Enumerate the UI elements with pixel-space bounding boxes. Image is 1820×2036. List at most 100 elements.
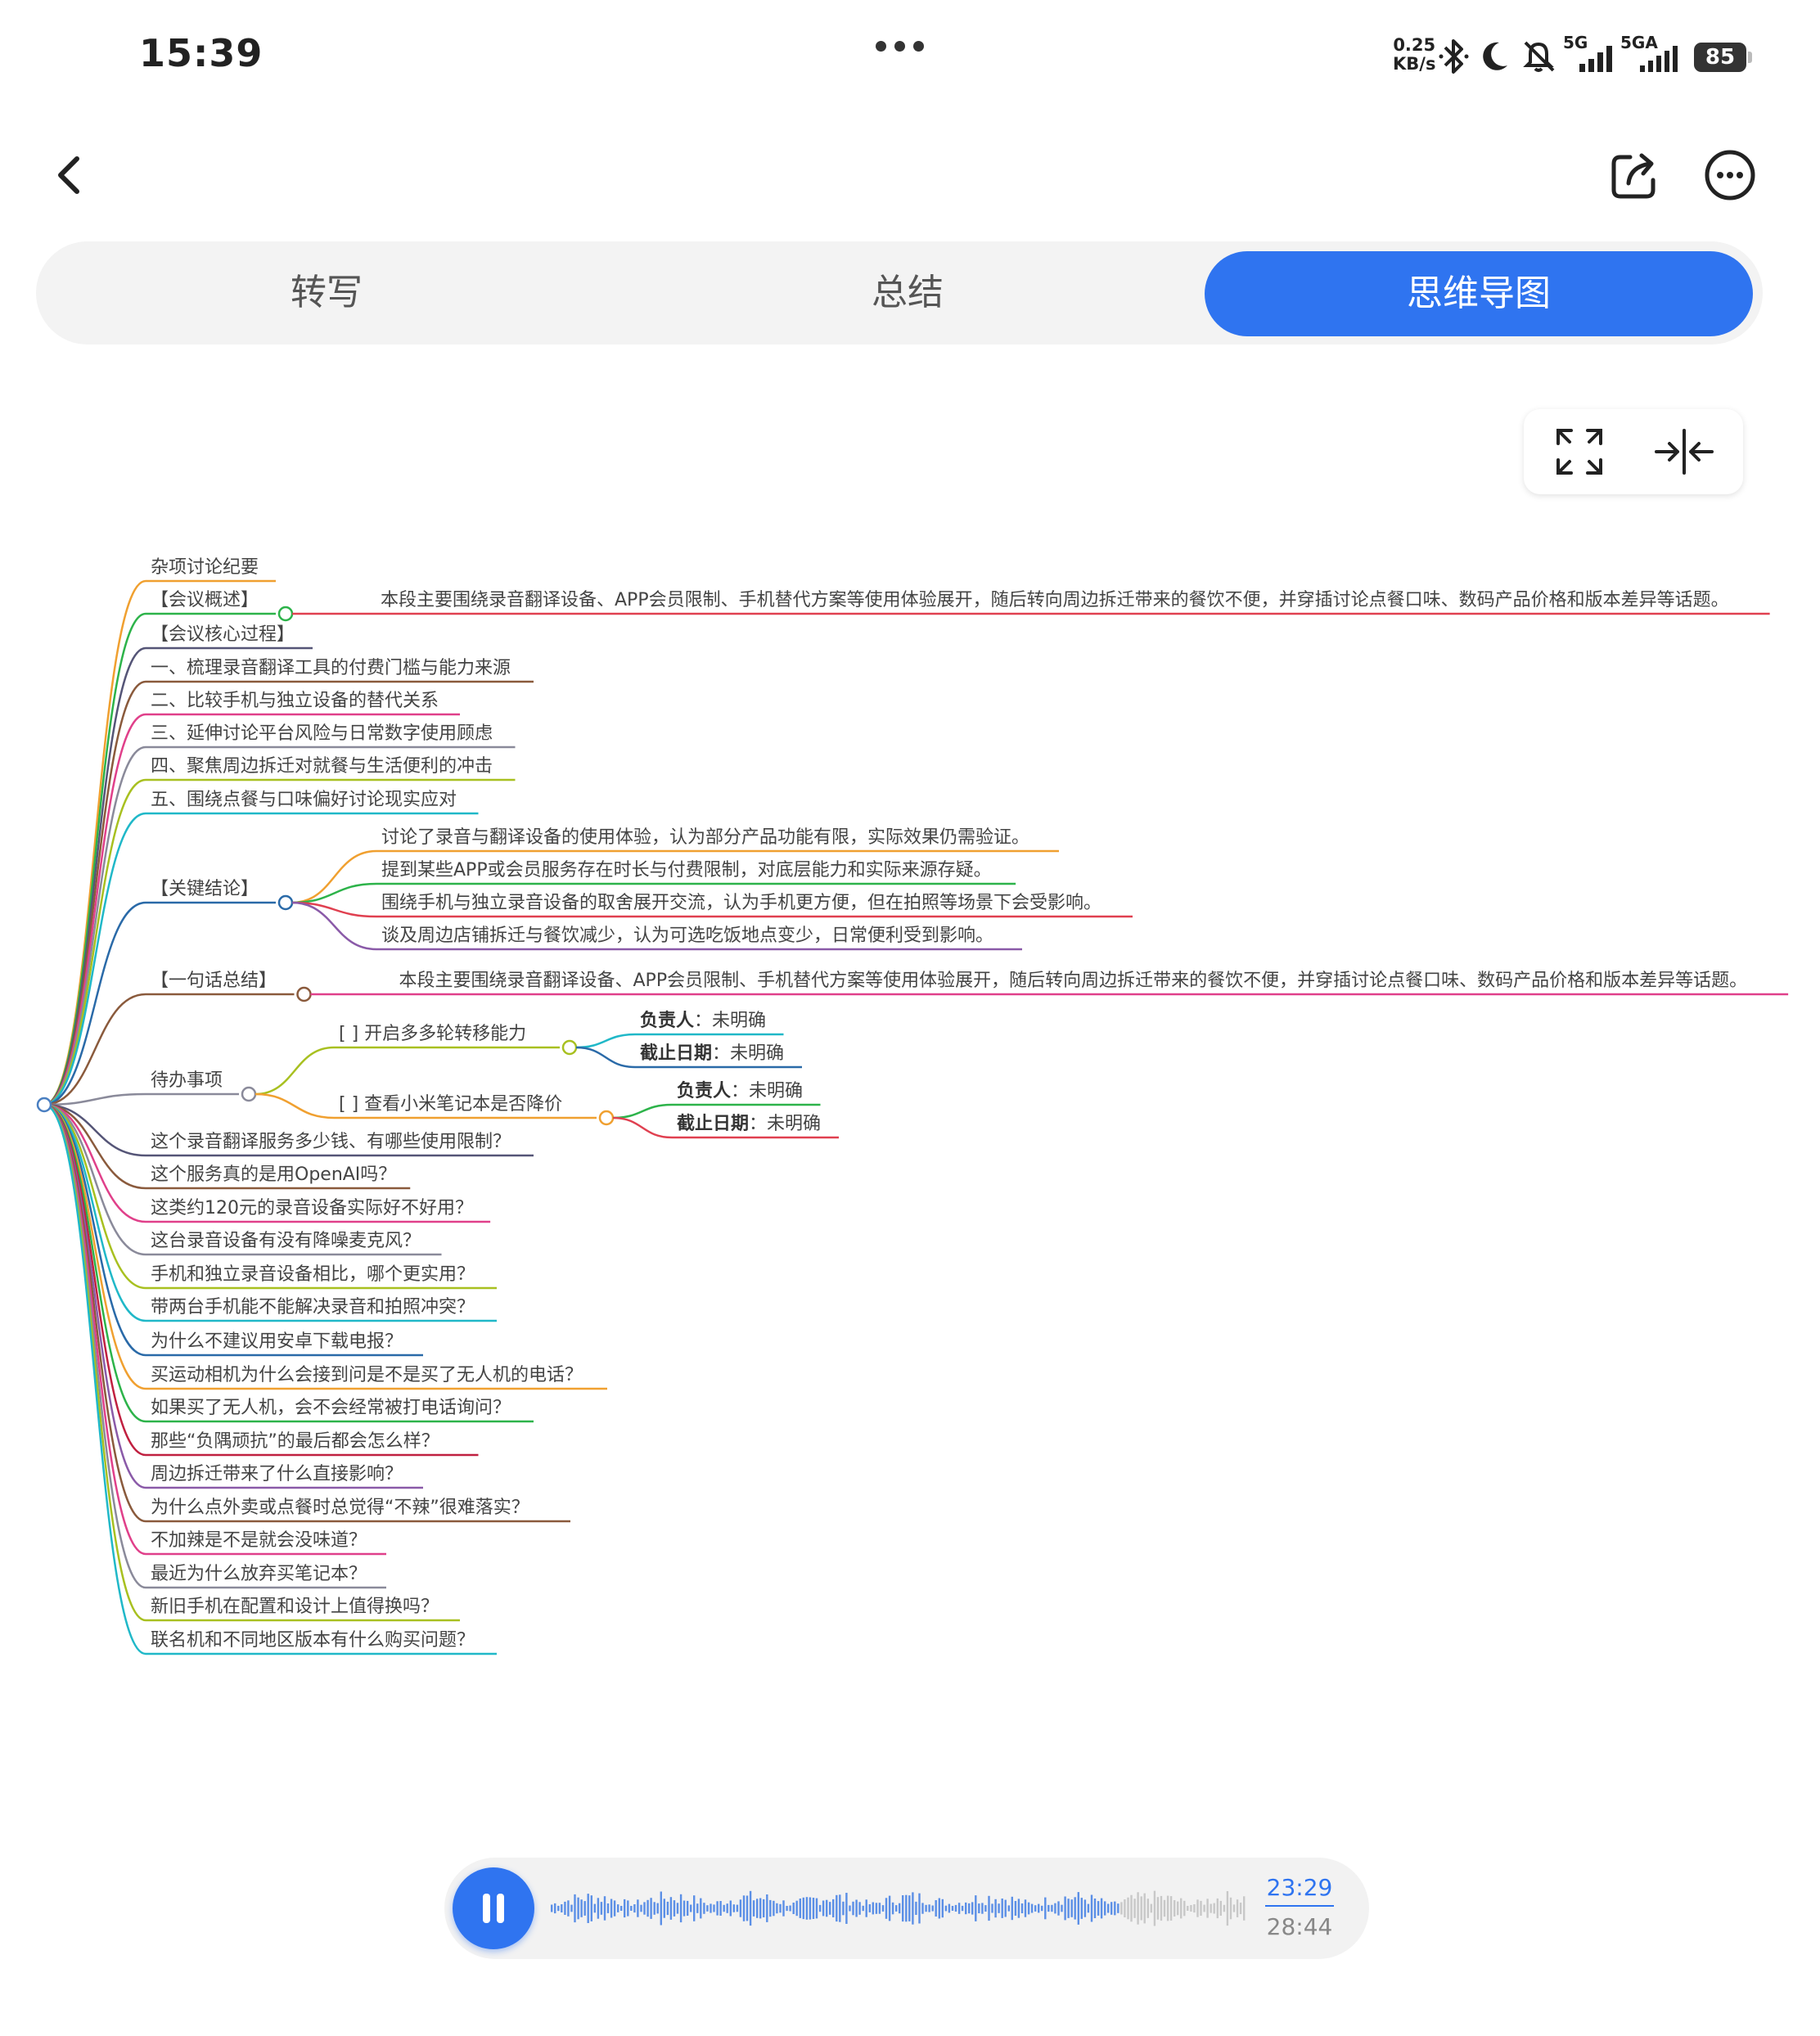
mindmap-branch: [43, 1103, 146, 1322]
mindmap-collapse-toggle[interactable]: [598, 1110, 615, 1126]
mindmap-collapse-toggle[interactable]: [241, 1086, 257, 1102]
mindmap-node[interactable]: 手机和独立录音设备相比，哪个更实用？: [151, 1264, 475, 1285]
waveform-bar: [1210, 1903, 1212, 1913]
pause-button[interactable]: [453, 1867, 534, 1949]
waveform-bar: [812, 1898, 815, 1919]
waveform-progress[interactable]: [551, 1876, 1246, 1941]
mindmap-leaf[interactable]: 本段主要围绕录音翻译设备、APP会员限制、手机替代方案等使用体验展开，随后转向周…: [381, 590, 1729, 610]
mindmap-node[interactable]: 四、聚焦周边拆迁对就餐与生活便利的冲击: [151, 756, 493, 777]
mindmap-node[interactable]: 联名机和不同地区版本有什么购买问题？: [151, 1630, 475, 1651]
waveform-bar: [640, 1904, 642, 1912]
waveform-bar: [1030, 1903, 1034, 1913]
waveform-bar: [613, 1900, 616, 1917]
waveform-bar: [1024, 1899, 1027, 1917]
waveform-bar: [716, 1901, 719, 1916]
mindmap-node[interactable]: 如果买了无人机，会不会经常被打电话询问？: [151, 1398, 511, 1418]
mindmap-node[interactable]: 待办事项: [151, 1070, 223, 1091]
multitask-dots-icon[interactable]: [876, 39, 933, 52]
todo-detail[interactable]: 截止日期：未明确: [640, 1043, 784, 1064]
todo-detail[interactable]: 负责人：未明确: [640, 1010, 766, 1031]
waveform-bar: [1187, 1906, 1189, 1911]
current-time-underline: [1265, 1905, 1334, 1907]
mindmap-root[interactable]: [36, 1097, 52, 1113]
mindmap-node[interactable]: 一、梳理录音翻译工具的付费门槛与能力来源: [151, 658, 511, 678]
share-icon[interactable]: [1606, 147, 1661, 203]
mindmap-node[interactable]: 买运动相机为什么会接到问是不是买了无人机的电话？: [151, 1365, 583, 1385]
waveform-bar: [815, 1898, 818, 1919]
mindmap-collapse-toggle[interactable]: [561, 1039, 578, 1056]
waveform-bar: [912, 1892, 914, 1925]
mindmap-branch: [575, 1046, 636, 1069]
mindmap-node[interactable]: 二、比较手机与独立设备的替代关系: [151, 691, 439, 711]
waveform-bar: [617, 1904, 619, 1912]
waveform-bar: [931, 1905, 934, 1912]
waveform-bar: [603, 1896, 606, 1921]
waveform-bar: [656, 1903, 659, 1914]
waveform-bar: [561, 1904, 563, 1912]
mindmap-node[interactable]: 【会议核心过程】: [151, 624, 295, 645]
todo-detail[interactable]: 负责人：未明确: [677, 1080, 803, 1101]
waveform-bar: [1041, 1905, 1043, 1912]
mindmap-branch: [43, 612, 146, 1106]
waveform-bar: [1087, 1903, 1090, 1913]
mindmap-node[interactable]: 这类约120元的录音设备实际好不好用？: [151, 1198, 473, 1218]
waveform-bar: [805, 1897, 809, 1920]
waveform-bar: [769, 1899, 772, 1917]
waveform-bar: [710, 1903, 712, 1913]
fullscreen-icon[interactable]: [1555, 427, 1604, 476]
mindmap-node[interactable]: 这个服务真的是用OpenAI吗？: [151, 1164, 396, 1185]
waveform-bar: [736, 1904, 739, 1912]
waveform-bar: [637, 1899, 639, 1917]
mindmap-leaf[interactable]: 谈及周边店铺拆迁与餐饮减少，认为可选吃饭地点变少，日常便利受到影响。: [381, 926, 993, 946]
mindmap-node[interactable]: 周边拆迁带来了什么直接影响？: [151, 1464, 403, 1484]
mindmap-leaf[interactable]: 围绕手机与独立录音设备的取舍展开交流，认为手机更方便，但在拍照等场景下会受影响。: [381, 893, 1101, 913]
mindmap-node[interactable]: 这个录音翻译服务多少钱、有哪些使用限制？: [151, 1132, 511, 1152]
mindmap-node[interactable]: 最近为什么放弃买笔记本？: [151, 1564, 367, 1584]
todo-detail[interactable]: 截止日期：未明确: [677, 1114, 821, 1134]
waveform-bar: [653, 1902, 655, 1915]
mindmap-collapse-toggle[interactable]: [296, 986, 312, 1002]
waveform-bar: [845, 1893, 848, 1924]
mindmap-collapse-toggle[interactable]: [277, 606, 294, 622]
todo-item[interactable]: [ ] 开启多多轮转移能力: [339, 1024, 526, 1044]
mindmap-leaf[interactable]: 本段主要围绕录音翻译设备、APP会员限制、手机替代方案等使用体验展开，随后转向周…: [399, 971, 1748, 991]
waveform-bar: [624, 1899, 626, 1918]
waveform-bar: [1107, 1903, 1110, 1913]
mindmap-node[interactable]: 这台录音设备有没有降噪麦克风？: [151, 1231, 421, 1251]
waveform-bar: [1054, 1903, 1056, 1914]
back-icon[interactable]: [47, 149, 93, 201]
mindmap-node[interactable]: 新旧手机在配置和设计上值得换吗？: [151, 1597, 439, 1617]
waveform-bar: [1163, 1899, 1166, 1917]
waveform-bar: [957, 1903, 961, 1914]
waveform-bar: [862, 1905, 864, 1912]
waveform-bar: [1034, 1905, 1037, 1912]
mindmap-node[interactable]: 带两台手机能不能解决录音和拍照冲突？: [151, 1297, 475, 1318]
mindmap-node[interactable]: 不加辣是不是就会没味道？: [151, 1530, 367, 1551]
tab-transcribe[interactable]: 转写: [52, 241, 601, 345]
mindmap-node[interactable]: 三、延伸讨论平台风险与日常数字使用顾虑: [151, 723, 493, 744]
mindmap-node[interactable]: 为什么不建议用安卓下载电报？: [151, 1331, 403, 1352]
mindmap-node[interactable]: 杂项讨论纪要: [151, 557, 259, 578]
waveform-bar: [888, 1895, 891, 1921]
mindmap-node[interactable]: 【一句话总结】: [151, 971, 277, 991]
mindmap-leaf[interactable]: 提到某些APP或会员服务存在时长与付费限制，对底层能力和实际来源存疑。: [381, 860, 992, 881]
mindmap-node[interactable]: 【关键结论】: [151, 879, 259, 899]
waveform-bar: [746, 1895, 749, 1921]
waveform-bar: [878, 1903, 881, 1914]
tab-summary[interactable]: 总结: [633, 241, 1182, 345]
waveform-bar: [1180, 1898, 1183, 1919]
waveform-bar: [822, 1900, 825, 1917]
mindmap-leaf[interactable]: 讨论了录音与翻译设备的使用体验，认为部分产品功能有限，实际效果仍需验证。: [381, 827, 1029, 848]
mindmap-node[interactable]: 为什么点外卖或点餐时总觉得“不辣”很难落实？: [151, 1498, 529, 1518]
mindmap-canvas[interactable]: 杂项讨论纪要【会议概述】本段主要围绕录音翻译设备、APP会员限制、手机替代方案等…: [0, 524, 1820, 1686]
tab-mindmap[interactable]: 思维导图: [1205, 251, 1753, 336]
waveform-bar: [752, 1900, 755, 1917]
mindmap-branch: [575, 1033, 636, 1049]
collapse-icon[interactable]: [1655, 427, 1714, 476]
mindmap-collapse-toggle[interactable]: [277, 894, 294, 911]
more-icon[interactable]: [1702, 147, 1758, 203]
mindmap-node[interactable]: 【会议概述】: [151, 590, 259, 610]
todo-item[interactable]: [ ] 查看小米笔记本是否降价: [339, 1094, 562, 1115]
mindmap-node[interactable]: 那些“负隅顽抗”的最后都会怎么样？: [151, 1431, 439, 1452]
mindmap-node[interactable]: 五、围绕点餐与口味偏好讨论现实应对: [151, 790, 457, 810]
